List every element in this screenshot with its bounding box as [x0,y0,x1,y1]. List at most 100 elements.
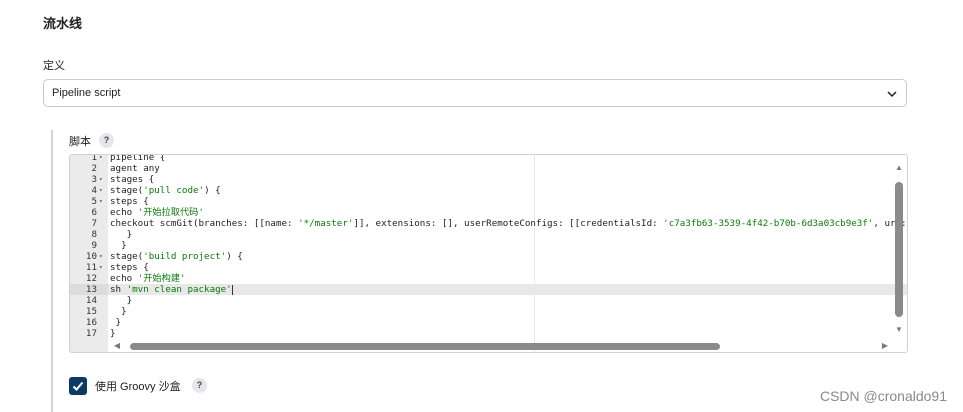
code-token: stage( [110,185,144,196]
code-token: } [110,306,127,317]
code-text: stage('build project') { [110,251,243,262]
line-number: 3 [91,174,97,185]
line-number: 11 [85,262,97,273]
definition-select-value: Pipeline script [52,87,121,99]
section-title: 流水线 [43,16,83,31]
code-text: } [110,328,116,339]
fold-arrow-icon[interactable]: ▾ [99,196,107,207]
code-token: ) { [226,251,243,262]
line-number: 15 [85,306,97,317]
code-token: } [110,295,133,306]
fold-arrow-icon[interactable]: ▾ [99,185,107,196]
line-number: 4 [91,185,97,196]
code-line[interactable]: 10 ▾ stage('build project') { [70,251,907,262]
editor-horizontal-scrollbar[interactable]: ◀ ▶ [110,341,890,351]
string-literal: '*/master' [298,218,354,229]
groovy-sandbox-checkbox[interactable] [69,377,87,395]
code-text: } [110,317,122,328]
code-text: pipeline { [110,154,166,163]
string-literal: 'c7a3fb63-3539-4f42-b70b-6d3a03cb9e3f' [663,218,874,229]
code-token: } [110,229,133,240]
code-line[interactable]: 13 sh 'mvn clean package' [70,284,907,295]
code-token: } [110,328,116,339]
code-line[interactable]: 9 } [70,240,907,251]
line-number: 5 [91,196,97,207]
code-token: stage( [110,251,144,262]
code-line[interactable]: 2 agent any [70,163,907,174]
checkmark-icon [72,381,84,391]
string-literal: 'build project' [143,251,227,262]
code-token: agent any [110,163,160,174]
code-token: pipeline { [110,154,166,163]
code-token: ]], extensions: [], userRemoteConfigs: [… [353,218,664,229]
code-text: } [110,295,133,306]
code-line[interactable]: 17} [70,328,907,339]
string-literal: '开始构建' [137,273,186,284]
code-line[interactable]: 15 } [70,306,907,317]
code-token: echo [110,207,138,218]
code-text: } [110,240,127,251]
horizontal-scroll-thumb[interactable] [130,343,720,350]
line-number: 2 [91,163,97,174]
code-text: sh 'mvn clean package' [110,284,233,295]
script-editor[interactable]: 1 ▾ pipeline {2 agent any 3 ▾ stages {4 ▾ stage(… [69,154,908,353]
line-number: 13 [70,284,108,295]
scroll-left-icon[interactable]: ◀ [112,341,122,351]
code-token: } [110,240,127,251]
code-token: ) { [204,185,221,196]
code-line[interactable]: 3 ▾ stages { [70,174,907,185]
code-line[interactable]: 8 } [70,229,907,240]
section-indent-rule [51,130,53,412]
code-line[interactable]: 11 ▾ steps { [70,262,907,273]
line-number: 7 [91,218,97,229]
code-text: } [110,306,127,317]
line-number: 6 [91,207,97,218]
scroll-up-icon[interactable]: ▲ [894,163,904,173]
scroll-right-icon[interactable]: ▶ [880,341,890,351]
code-token: stages { [110,174,155,185]
chevron-down-icon [887,91,897,98]
fold-arrow-icon[interactable]: ▾ [99,174,107,185]
code-line[interactable]: 14 } [70,295,907,306]
scroll-down-icon[interactable]: ▼ [894,325,904,335]
code-token: sh [110,284,127,295]
code-line[interactable]: 12 echo '开始构建' [70,273,907,284]
code-line[interactable]: 1 ▾ pipeline { [70,154,907,163]
fold-arrow-icon[interactable]: ▾ [99,262,107,273]
editor-lines[interactable]: 1 ▾ pipeline {2 agent any 3 ▾ stages {4 ▾ stage(… [70,154,907,339]
code-token: steps { [110,262,149,273]
code-text: } [110,229,133,240]
code-text: checkout scmGit(branches: [[name: '*/mas… [110,218,907,229]
watermark: CSDN @cronaldo91 [819,388,947,404]
fold-arrow-icon[interactable]: ▾ [99,155,107,163]
groovy-sandbox-label: 使用 Groovy 沙盒 [95,381,181,393]
script-label: 脚本 [69,136,91,148]
code-token: checkout scmGit(branches: [[name: [110,218,299,229]
code-line[interactable]: 7 checkout scmGit(branches: [[name: '*/ma… [70,218,907,229]
line-number: 9 [91,240,97,251]
definition-label: 定义 [43,60,65,72]
code-text: echo '开始构建' [110,273,185,284]
code-text: echo '开始拉取代码' [110,207,204,218]
line-number: 17 [85,328,97,339]
definition-select[interactable]: Pipeline script [43,79,907,107]
fold-arrow-icon[interactable]: ▾ [99,251,107,262]
vertical-scroll-thumb[interactable] [895,182,903,317]
script-help-icon[interactable]: ? [99,133,114,148]
code-text: stage('pull code') { [110,185,221,196]
code-line[interactable]: 6 echo '开始拉取代码' [70,207,907,218]
code-line[interactable]: 16 } [70,317,907,328]
code-token: echo [110,273,138,284]
code-text: stages { [110,174,154,185]
line-number: 12 [85,273,97,284]
sandbox-help-icon[interactable]: ? [192,378,207,393]
code-text: agent any [110,163,160,174]
string-literal: '开始拉取代码' [137,207,204,218]
editor-vertical-scrollbar[interactable]: ▲ ▼ [894,163,904,335]
code-token: steps { [110,196,149,207]
code-line[interactable]: 5 ▾ steps { [70,196,907,207]
line-number: 10 [85,251,97,262]
text-cursor [231,284,233,295]
code-line[interactable]: 4 ▾ stage('pull code') { [70,185,907,196]
code-text: steps { [110,262,149,273]
